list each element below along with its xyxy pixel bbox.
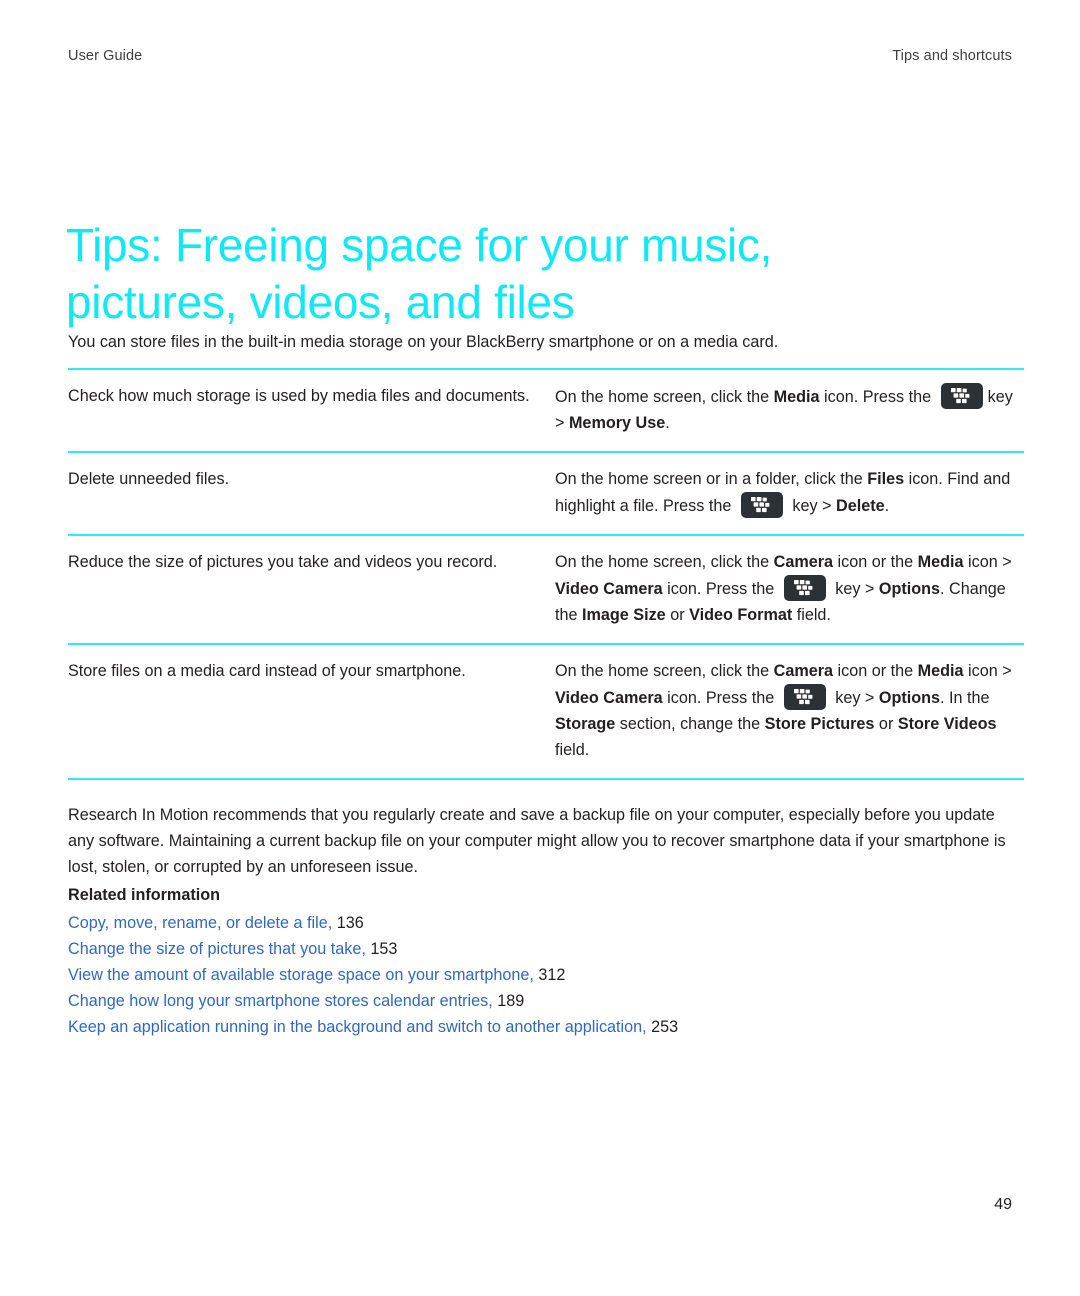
blackberry-menu-key-icon [740, 492, 783, 518]
action-emphasis: Delete [836, 497, 885, 515]
action-text: icon. Press the [819, 388, 936, 406]
action-text: key > [830, 580, 879, 598]
tip-task: Reduce the size of pictures you take and… [68, 535, 555, 645]
action-emphasis: Video Camera [555, 580, 663, 598]
blackberry-menu-key-icon [783, 575, 826, 601]
tip-task: Delete unneeded files. [68, 452, 555, 536]
closing-paragraph: Research In Motion recommends that you r… [68, 806, 1006, 876]
related-information-heading: Related information [68, 886, 220, 904]
action-text: On the home screen or in a folder, click… [555, 470, 868, 488]
action-text: . [665, 414, 670, 432]
document-page: User Guide Tips and shortcuts Tips: Free… [0, 0, 1080, 1296]
related-link-page: 153 [370, 940, 398, 958]
action-emphasis: Options [878, 689, 941, 707]
action-text: icon. Press the [662, 580, 779, 598]
action-text: icon. Press the [662, 689, 779, 707]
tip-task: Check how much storage is used by media … [68, 368, 555, 453]
tip-action: On the home screen, click the Camera ico… [555, 535, 1024, 645]
action-text: On the home screen, click the [555, 662, 774, 680]
action-emphasis: Video Format [689, 606, 793, 624]
action-text: . [884, 497, 890, 515]
related-link-page: 136 [336, 914, 364, 932]
running-header-right: Tips and shortcuts [892, 48, 1012, 64]
action-emphasis: Media [917, 553, 964, 571]
tip-action: On the home screen or in a folder, click… [555, 452, 1024, 536]
related-link[interactable]: Copy, move, rename, or delete a file, [68, 914, 332, 932]
action-text: field. [792, 606, 831, 624]
list-item: Keep an application running in the backg… [68, 1014, 1012, 1040]
related-link[interactable]: Change how long your smartphone stores c… [68, 992, 493, 1010]
page-title: Tips: Freeing space for your music, pict… [66, 218, 773, 328]
action-text: On the home screen, click the [555, 553, 774, 571]
related-link-page: 253 [651, 1018, 679, 1036]
action-emphasis: Options [878, 580, 941, 598]
action-text: On the home screen, click the [555, 388, 774, 406]
related-information-list: Copy, move, rename, or delete a file, 13… [68, 910, 1012, 1040]
action-text: or [874, 715, 898, 733]
tips-table: Check how much storage is used by media … [68, 368, 1024, 780]
related-link[interactable]: View the amount of available storage spa… [68, 966, 534, 984]
list-item: Change how long your smartphone stores c… [68, 988, 1012, 1014]
action-emphasis: Video Camera [555, 689, 663, 707]
action-text: key > [830, 689, 879, 707]
related-link[interactable]: Change the size of pictures that you tak… [68, 940, 366, 958]
action-text: icon > [963, 553, 1012, 571]
list-item: View the amount of available storage spa… [68, 962, 1012, 988]
action-emphasis: Media [773, 388, 820, 406]
action-emphasis: Store Pictures [764, 715, 875, 733]
running-header: User Guide Tips and shortcuts [68, 46, 1012, 66]
running-header-left: User Guide [68, 48, 143, 64]
action-emphasis: Camera [773, 662, 834, 680]
list-item: Copy, move, rename, or delete a file, 13… [68, 910, 1012, 936]
related-link[interactable]: Keep an application running in the backg… [68, 1018, 647, 1036]
action-text: field. [555, 741, 590, 759]
tip-task: Store files on a media card instead of y… [68, 644, 555, 780]
action-text: key > [787, 497, 837, 515]
action-text: icon > [963, 662, 1012, 680]
action-emphasis: Media [917, 662, 964, 680]
action-text: or [665, 606, 690, 624]
blackberry-menu-key-icon [940, 383, 983, 409]
action-text: icon or the [833, 553, 918, 571]
related-link-page: 312 [538, 966, 566, 984]
table-row: Store files on a media card instead of y… [68, 644, 1024, 780]
action-emphasis: Storage [555, 715, 616, 733]
action-emphasis: Camera [773, 553, 834, 571]
action-text: section, change the [615, 715, 765, 733]
action-text: . In the [940, 689, 990, 707]
action-emphasis: Store Videos [897, 715, 997, 733]
blackberry-menu-key-icon [783, 684, 826, 710]
table-row: Delete unneeded files. On the home scree… [68, 452, 1024, 536]
action-text: icon or the [833, 662, 918, 680]
page-number: 49 [994, 1196, 1012, 1213]
table-row: Reduce the size of pictures you take and… [68, 535, 1024, 645]
table-row: Check how much storage is used by media … [68, 368, 1024, 453]
intro-paragraph: You can store files in the built-in medi… [68, 333, 779, 351]
action-emphasis: Files [867, 470, 905, 488]
action-emphasis: Memory Use [568, 414, 666, 432]
page-content: You can store files in the built-in medi… [68, 330, 1024, 1040]
tip-action: On the home screen, click the Camera ico… [555, 644, 1024, 780]
action-emphasis: Image Size [582, 606, 666, 624]
related-link-page: 189 [497, 992, 525, 1010]
list-item: Change the size of pictures that you tak… [68, 936, 1012, 962]
tip-action: On the home screen, click the Media icon… [555, 368, 1024, 453]
